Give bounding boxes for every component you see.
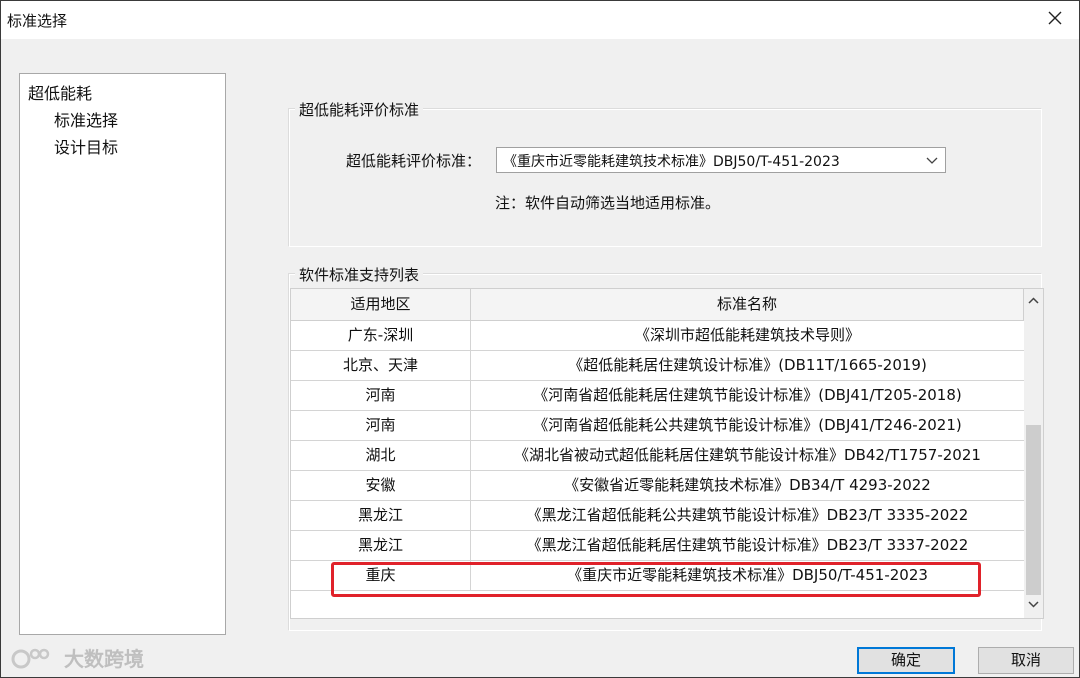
evaluation-standard-label: 超低能耗评价标准：: [346, 152, 482, 170]
column-header-region[interactable]: 适用地区: [291, 289, 471, 320]
support-group-title: 软件标准支持列表: [295, 264, 424, 285]
region-cell: 黑龙江: [291, 501, 471, 530]
evaluation-standard-group: [288, 108, 1042, 247]
region-cell: 湖北: [291, 441, 471, 470]
table-row[interactable]: 河南 《河南省超低能耗居住建筑节能设计标准》(DBJ41/T205-2018): [291, 381, 1024, 411]
navigation-tree: 超低能耗 标准选择 设计目标: [19, 73, 226, 635]
standard-name-cell: 《河南省超低能耗公共建筑节能设计标准》(DBJ41/T246-2021): [533, 416, 962, 434]
table-row[interactable]: 河南 《河南省超低能耗公共建筑节能设计标准》(DBJ41/T246-2021): [291, 411, 1024, 441]
region-cell: 河南: [291, 381, 471, 410]
window-title: 标准选择: [7, 12, 68, 30]
scrollbar-thumb[interactable]: [1026, 425, 1041, 595]
table-row[interactable]: 安徽 《安徽省近零能耗建筑技术标准》DB34/T 4293-2022: [291, 471, 1024, 501]
region-cell: 广东-深圳: [291, 321, 471, 350]
standard-name-cell: 《黑龙江省超低能耗公共建筑节能设计标准》DB23/T 3335-2022: [526, 506, 969, 524]
watermark-text: 大数跨境: [63, 647, 144, 671]
vertical-scrollbar[interactable]: [1024, 289, 1043, 618]
watermark: 大数跨境: [11, 643, 144, 673]
table-header: 适用地区 标准名称: [291, 289, 1024, 321]
dialog-window: 标准选择 超低能耗 标准选择 设计目标 超低能耗评价标准 超低能耗评价标准： 《…: [0, 0, 1080, 678]
tree-item-ultra-low-energy[interactable]: 超低能耗: [28, 80, 92, 104]
chevron-up-icon: [1028, 297, 1039, 304]
table-row[interactable]: 湖北 《湖北省被动式超低能耗居住建筑节能设计标准》DB42/T1757-2021: [291, 441, 1024, 471]
standard-name-cell: 《超低能耗居住建筑设计标准》(DB11T/1665-2019): [568, 356, 927, 374]
standard-name-cell: 《深圳市超低能耗建筑技术导则》: [634, 326, 860, 344]
standard-name-cell: 《湖北省被动式超低能耗居住建筑节能设计标准》DB42/T1757-2021: [514, 446, 981, 464]
region-cell: 北京、天津: [291, 351, 471, 380]
cancel-button[interactable]: 取消: [978, 647, 1074, 674]
region-cell: 河南: [291, 411, 471, 440]
auto-filter-note: 注：软件自动筛选当地适用标准。: [495, 194, 721, 212]
watermark-logo-icon: [11, 648, 50, 668]
region-cell: 黑龙江: [291, 531, 471, 560]
close-icon: [1048, 11, 1062, 25]
chevron-down-icon: [1028, 601, 1039, 608]
tree-item-design-target[interactable]: 设计目标: [54, 134, 118, 158]
column-header-standard-name[interactable]: 标准名称: [471, 289, 1024, 320]
standard-name-cell: 《河南省超低能耗居住建筑节能设计标准》(DBJ41/T205-2018): [533, 386, 962, 404]
scroll-down-button[interactable]: [1024, 595, 1043, 614]
standard-name-cell: 《安徽省近零能耗建筑技术标准》DB34/T 4293-2022: [564, 476, 931, 494]
table-row[interactable]: 黑龙江 《黑龙江省超低能耗公共建筑节能设计标准》DB23/T 3335-2022: [291, 501, 1024, 531]
evaluation-group-title: 超低能耗评价标准: [295, 99, 424, 120]
evaluation-standard-dropdown[interactable]: 《重庆市近零能耗建筑技术标准》DBJ50/T-451-2023: [496, 147, 946, 173]
table-row[interactable]: 黑龙江 《黑龙江省超低能耗居住建筑节能设计标准》DB23/T 3337-2022: [291, 531, 1024, 561]
title-bar: 标准选择: [1, 1, 1079, 39]
close-button[interactable]: [1043, 6, 1067, 30]
scroll-up-button[interactable]: [1024, 291, 1043, 310]
table-row[interactable]: 广东-深圳 《深圳市超低能耗建筑技术导则》: [291, 321, 1024, 351]
chevron-down-icon: [926, 157, 938, 164]
selected-row-highlight: [331, 562, 981, 597]
table-row[interactable]: 北京、天津 《超低能耗居住建筑设计标准》(DB11T/1665-2019): [291, 351, 1024, 381]
tree-item-standard-selection[interactable]: 标准选择: [54, 107, 118, 131]
evaluation-standard-value: 《重庆市近零能耗建筑技术标准》DBJ50/T-451-2023: [503, 154, 840, 170]
region-cell: 安徽: [291, 471, 471, 500]
standard-name-cell: 《黑龙江省超低能耗居住建筑节能设计标准》DB23/T 3337-2022: [526, 536, 969, 554]
ok-button[interactable]: 确定: [857, 647, 955, 674]
